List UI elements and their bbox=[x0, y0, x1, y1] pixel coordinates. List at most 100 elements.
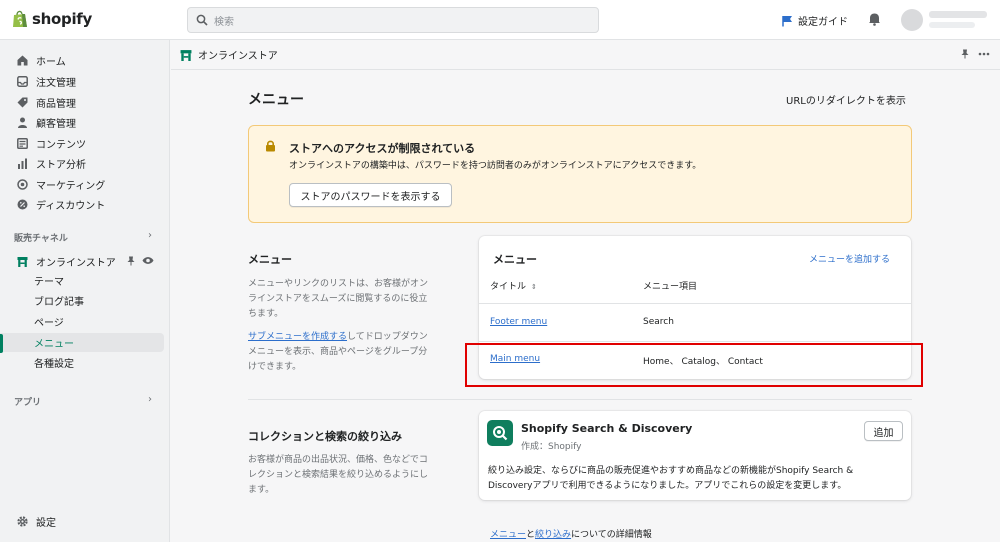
view-url-redirects-link[interactable]: URLのリダイレクトを表示 bbox=[786, 92, 906, 107]
sidebar-item-label: コンテンツ bbox=[36, 139, 86, 151]
chevron-right-icon[interactable]: › bbox=[148, 394, 152, 405]
desc-line: けできます。 bbox=[248, 362, 302, 372]
sidebar-item-products[interactable]: 商品管理 bbox=[0, 92, 170, 112]
footer-menu-link[interactable]: Footer menu bbox=[490, 317, 547, 327]
bar-chart-icon bbox=[16, 157, 28, 169]
sidebar-item-label: 顧客管理 bbox=[36, 118, 76, 130]
sales-channel-header: 販売チャネル bbox=[14, 234, 68, 244]
desc-line: ます。 bbox=[248, 485, 275, 495]
content-icon bbox=[16, 137, 28, 149]
sidebar-sub-blog-posts[interactable]: ブログ記事 bbox=[0, 291, 164, 310]
collection-section-description: お客様が商品の出品状況、価格、色などでコ レクションと検索結果を絞り込めるように… bbox=[248, 453, 428, 498]
logo-text: shopify bbox=[32, 10, 92, 28]
online-store-icon bbox=[180, 49, 192, 61]
sidebar-item-orders[interactable]: 注文管理 bbox=[0, 71, 170, 91]
active-indicator bbox=[0, 334, 3, 353]
sidebar-item-customers[interactable]: 顧客管理 bbox=[0, 112, 170, 132]
apps-header: アプリ bbox=[14, 398, 42, 408]
column-header-menu-items: メニュー項目 bbox=[643, 282, 698, 292]
show-store-password-button[interactable]: ストアのパスワードを表示する bbox=[289, 183, 452, 207]
more-actions-icon[interactable] bbox=[978, 52, 990, 56]
home-icon bbox=[16, 54, 28, 66]
column-header-label: タイトル bbox=[490, 282, 527, 292]
footer-menu-items: Search bbox=[643, 317, 674, 327]
submenu-description: サブメニューを作成するしてドロップダウン メニューを表示、商品やページをグループ… bbox=[248, 330, 428, 375]
access-restricted-banner: ストアへのアクセスが制限されている オンラインストアの構築中は、パスワードを持つ… bbox=[248, 125, 912, 223]
search-placeholder: 検索 bbox=[214, 16, 234, 28]
setup-guide-button[interactable]: 設定ガイド bbox=[782, 13, 848, 28]
create-submenu-link[interactable]: サブメニューを作成する bbox=[248, 332, 347, 342]
sort-icon: ⇕ bbox=[531, 283, 537, 291]
highlight-box bbox=[465, 343, 923, 387]
lock-icon bbox=[266, 140, 275, 152]
sidebar-item-label: オンラインストア bbox=[36, 257, 116, 269]
app-name: Shopify Search & Discovery bbox=[521, 422, 693, 435]
sidebar-item-label: ストア分析 bbox=[36, 159, 86, 171]
sidebar-item-settings[interactable]: 設定 bbox=[0, 511, 170, 531]
menu-help-link[interactable]: メニュー bbox=[490, 530, 526, 540]
add-app-button[interactable]: 追加 bbox=[864, 421, 903, 441]
sidebar-item-content[interactable]: コンテンツ bbox=[0, 133, 170, 153]
top-bar: shopify 検索 設定ガイド bbox=[0, 0, 1000, 40]
sidebar-sub-menus[interactable]: メニュー bbox=[0, 333, 164, 352]
app-header: オンラインストア bbox=[171, 40, 1000, 70]
sidebar-sub-pages[interactable]: ページ bbox=[0, 312, 164, 331]
orders-icon bbox=[16, 75, 28, 87]
shopify-bag-icon bbox=[13, 10, 27, 27]
desc-line: お客様が商品の出品状況、価格、色などでコ bbox=[248, 455, 428, 465]
shopify-logo[interactable]: shopify bbox=[12, 10, 92, 28]
menu-section-description: メニューやリンクのリストは、お客様がオン ラインストアをスムーズに閲覧するのに役… bbox=[248, 277, 428, 322]
banner-text: オンラインストアの構築中は、パスワードを持つ訪問者のみがオンラインストアにアクセ… bbox=[289, 161, 702, 171]
app-header-title: オンラインストア bbox=[198, 51, 278, 62]
sidebar-item-analytics[interactable]: ストア分析 bbox=[0, 153, 170, 173]
add-menu-link[interactable]: メニューを追加する bbox=[809, 252, 890, 265]
collection-section-title: コレクションと検索の絞り込み bbox=[248, 430, 402, 443]
chevron-right-icon[interactable]: › bbox=[148, 230, 152, 241]
desc-line: Discoveryアプリで利用できるようになりました。アプリでこれらの設定を変更… bbox=[488, 481, 847, 491]
desc-line: レクションと検索結果を絞り込めるようにし bbox=[248, 470, 429, 480]
sidebar-item-label: ディスカウント bbox=[36, 200, 106, 212]
sidebar: ホーム 注文管理 商品管理 顧客管理 コンテンツ ストア分析 マーケティング デ… bbox=[0, 40, 170, 542]
search-input[interactable]: 検索 bbox=[187, 7, 599, 33]
sidebar-item-home[interactable]: ホーム bbox=[0, 50, 170, 70]
gear-icon bbox=[16, 515, 28, 527]
search-discovery-app-icon bbox=[487, 420, 513, 446]
search-icon bbox=[196, 14, 208, 26]
sidebar-item-discounts[interactable]: ディスカウント bbox=[0, 194, 170, 214]
tag-icon bbox=[16, 96, 28, 108]
filters-help-link[interactable]: 絞り込み bbox=[535, 530, 571, 540]
sidebar-sub-themes[interactable]: テーマ bbox=[0, 271, 164, 290]
banner-title: ストアへのアクセスが制限されている bbox=[289, 142, 476, 155]
section-divider bbox=[248, 399, 912, 400]
online-store-icon bbox=[16, 255, 28, 267]
menu-card-title: メニュー bbox=[493, 253, 537, 266]
desc-line: 絞り込み設定、ならびに商品の販売促進やおすすめ商品などの新機能がShopify … bbox=[488, 466, 854, 476]
desc-line: ラインストアをスムーズに閲覧するのに役立 bbox=[248, 294, 428, 304]
avatar[interactable] bbox=[901, 9, 923, 31]
flag-icon bbox=[782, 15, 792, 26]
app-description: 絞り込み設定、ならびに商品の販売促進やおすすめ商品などの新機能がShopify … bbox=[488, 464, 853, 494]
pin-icon[interactable] bbox=[127, 256, 135, 266]
column-header-title[interactable]: タイトル ⇕ bbox=[490, 279, 537, 292]
learn-more-footer: メニューと絞り込みについての詳細情報 bbox=[490, 527, 652, 540]
user-name-blurred bbox=[929, 22, 975, 28]
person-icon bbox=[16, 116, 28, 128]
sidebar-item-marketing[interactable]: マーケティング bbox=[0, 174, 170, 194]
sidebar-item-label: 商品管理 bbox=[36, 98, 76, 110]
desc-line: メニューやリンクのリストは、お客様がオン bbox=[248, 279, 429, 289]
footer-text: と bbox=[526, 530, 536, 540]
eye-icon[interactable] bbox=[142, 256, 154, 265]
notification-bell-icon[interactable] bbox=[868, 12, 881, 26]
sidebar-sub-preferences[interactable]: 各種設定 bbox=[0, 353, 164, 372]
desc-line: メニューを表示、商品やページをグループ分 bbox=[248, 347, 428, 357]
setup-guide-label: 設定ガイド bbox=[798, 17, 848, 28]
sidebar-item-label: ホーム bbox=[36, 56, 66, 68]
search-discovery-app-card: Shopify Search & Discovery 作成：Shopify 追加… bbox=[479, 411, 911, 500]
page-title: メニュー bbox=[248, 92, 304, 108]
sidebar-item-label: 注文管理 bbox=[36, 77, 76, 89]
pin-icon[interactable] bbox=[961, 49, 969, 59]
row-divider bbox=[479, 341, 911, 342]
store-name-blurred bbox=[929, 11, 987, 18]
desc-text: してドロップダウン bbox=[347, 332, 428, 342]
row-divider bbox=[479, 303, 911, 304]
